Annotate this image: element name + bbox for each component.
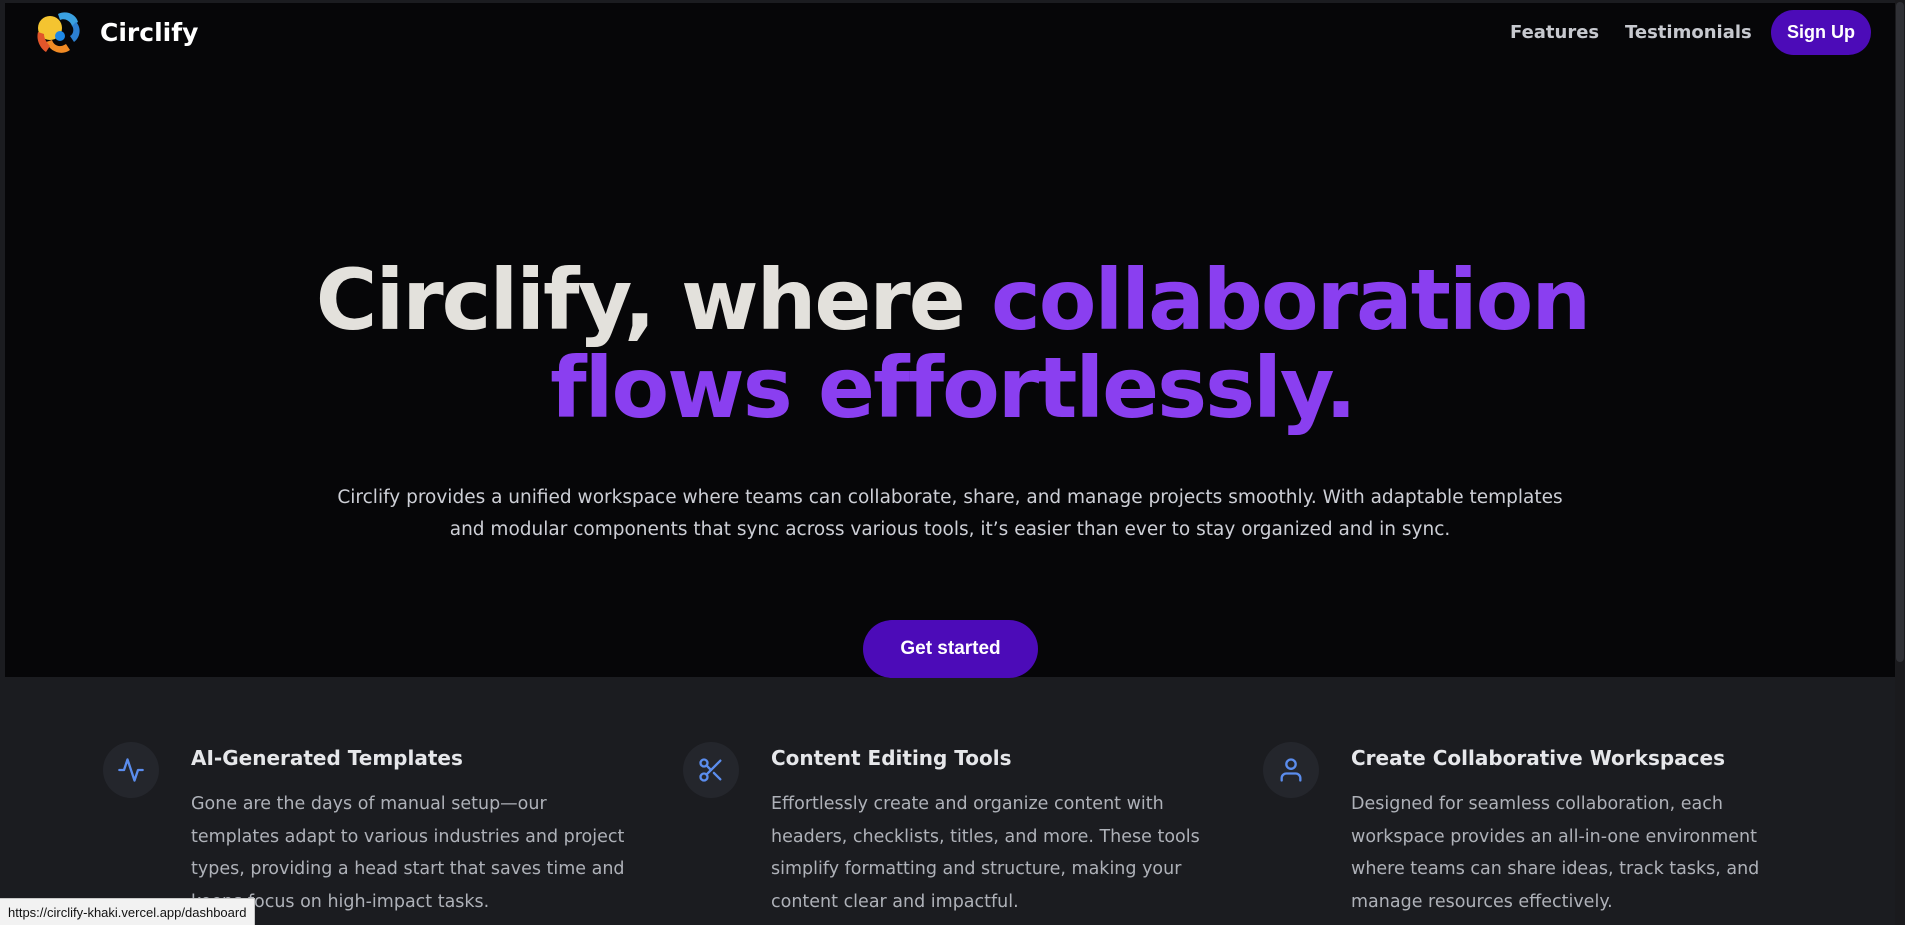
feature-title: AI-Generated Templates [191,746,463,770]
brand-name[interactable]: Circlify [100,18,198,47]
status-bar-url: https://circlify-khaki.vercel.app/dashbo… [0,898,256,925]
scissors-icon [683,742,739,798]
activity-icon [103,742,159,798]
feature-title: Content Editing Tools [771,746,1012,770]
hero-headline: Circlify, where collaboration flows effo… [0,256,1905,432]
sign-up-button[interactable]: Sign Up [1771,10,1871,55]
circlify-logo[interactable] [32,8,86,60]
scrollbar[interactable] [1895,0,1905,925]
feature-description: Gone are the days of manual setup—our te… [191,794,625,912]
get-started-button[interactable]: Get started [863,620,1038,678]
feature-title: Create Collaborative Workspaces [1351,746,1726,770]
headline-plain: Circlify, where [315,251,991,349]
headline-accent-2: flows effortlessly. [550,339,1357,437]
nav-testimonials[interactable]: Testimonials [1625,22,1752,43]
nav-features[interactable]: Features [1510,22,1599,43]
feature-description: Effortlessly create and organize content… [771,794,1200,912]
feature-description: Designed for seamless collaboration, eac… [1351,794,1760,912]
user-icon [1263,742,1319,798]
site-header: Circlify Features Testimonials Sign Up [0,0,1895,64]
page: Circlify Features Testimonials Sign Up C… [0,0,1905,925]
headline-accent-1: collaboration [991,251,1591,349]
hero-description: Circlify provides a unified workspace wh… [337,487,1563,540]
